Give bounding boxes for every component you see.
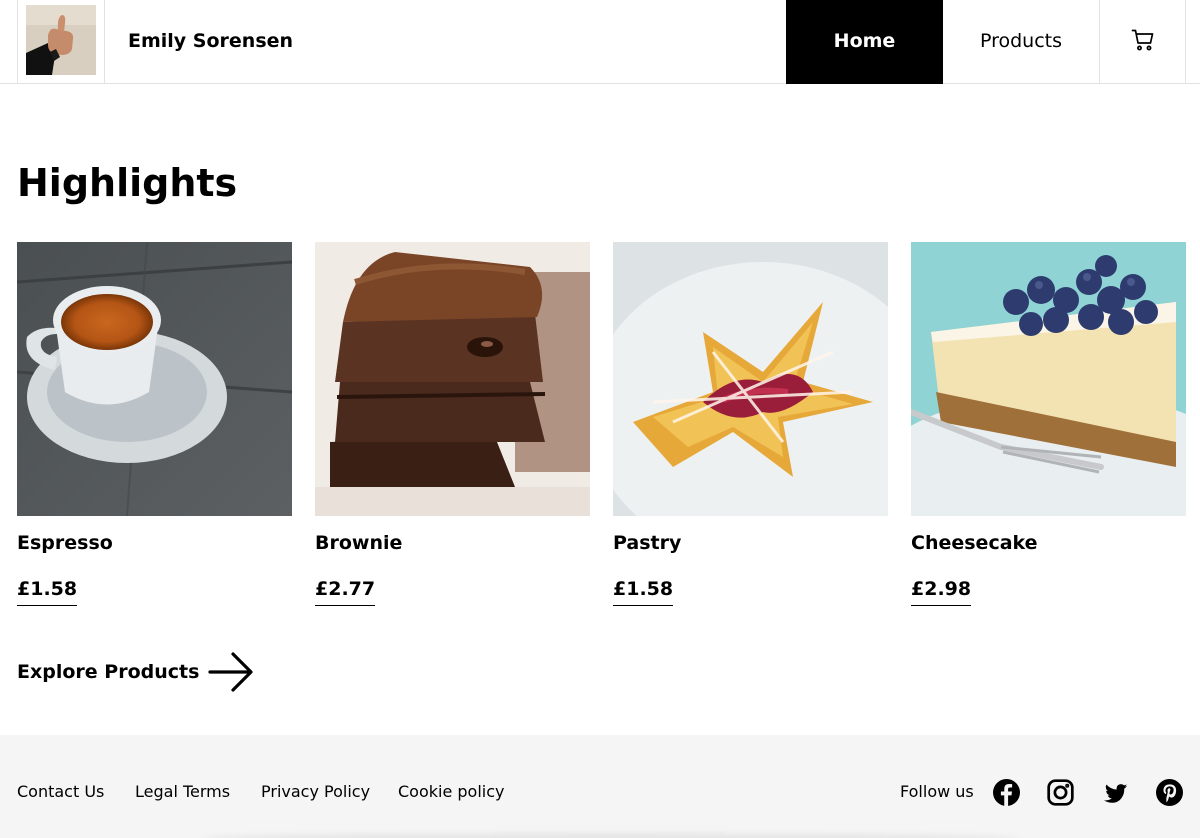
- product-image-cheesecake[interactable]: [911, 242, 1186, 516]
- brand-name[interactable]: Emily Sorensen: [128, 0, 293, 83]
- product-price: £2.77: [315, 578, 376, 606]
- nav-home[interactable]: Home: [786, 0, 943, 84]
- follow-us-label: Follow us: [900, 782, 974, 801]
- product-name[interactable]: Cheesecake: [911, 532, 1038, 554]
- product-price: £1.58: [17, 578, 78, 606]
- product-card[interactable]: Espresso £1.58: [17, 242, 292, 606]
- instagram-icon[interactable]: [1047, 779, 1074, 806]
- explore-products-link[interactable]: Explore Products: [17, 650, 255, 694]
- pinterest-icon[interactable]: [1156, 779, 1183, 806]
- product-name[interactable]: Pastry: [613, 532, 681, 554]
- product-name[interactable]: Espresso: [17, 532, 113, 554]
- site-footer: Contact Us Legal Terms Privacy Policy Co…: [0, 735, 1200, 838]
- arrow-right-icon: [208, 652, 254, 692]
- footer-link-cookie[interactable]: Cookie policy: [398, 782, 505, 802]
- product-card[interactable]: Cheesecake £2.98: [911, 242, 1186, 606]
- product-price: £1.58: [613, 578, 674, 606]
- logo-cell[interactable]: [17, 0, 105, 83]
- section-title: Highlights: [17, 161, 238, 205]
- cart-button[interactable]: [1100, 0, 1186, 83]
- product-card[interactable]: Brownie £2.77: [315, 242, 590, 606]
- footer-link-privacy[interactable]: Privacy Policy: [261, 782, 370, 802]
- product-name[interactable]: Brownie: [315, 532, 402, 554]
- site-header: Emily Sorensen Home Products: [0, 0, 1200, 84]
- footer-link-legal[interactable]: Legal Terms: [135, 782, 230, 802]
- footer-link-contact[interactable]: Contact Us: [17, 782, 104, 802]
- product-price: £2.98: [911, 578, 972, 606]
- footer-shadow: [200, 833, 1020, 838]
- avatar[interactable]: [26, 5, 96, 75]
- product-image-pastry[interactable]: [613, 242, 888, 516]
- nav-products[interactable]: Products: [943, 0, 1100, 83]
- product-image-espresso[interactable]: [17, 242, 292, 516]
- shopping-cart-icon: [1131, 29, 1154, 51]
- explore-products-label: Explore Products: [17, 661, 200, 683]
- twitter-icon[interactable]: [1101, 779, 1128, 806]
- product-image-brownie[interactable]: [315, 242, 590, 516]
- facebook-icon[interactable]: [993, 779, 1020, 806]
- product-card[interactable]: Pastry £1.58: [613, 242, 888, 606]
